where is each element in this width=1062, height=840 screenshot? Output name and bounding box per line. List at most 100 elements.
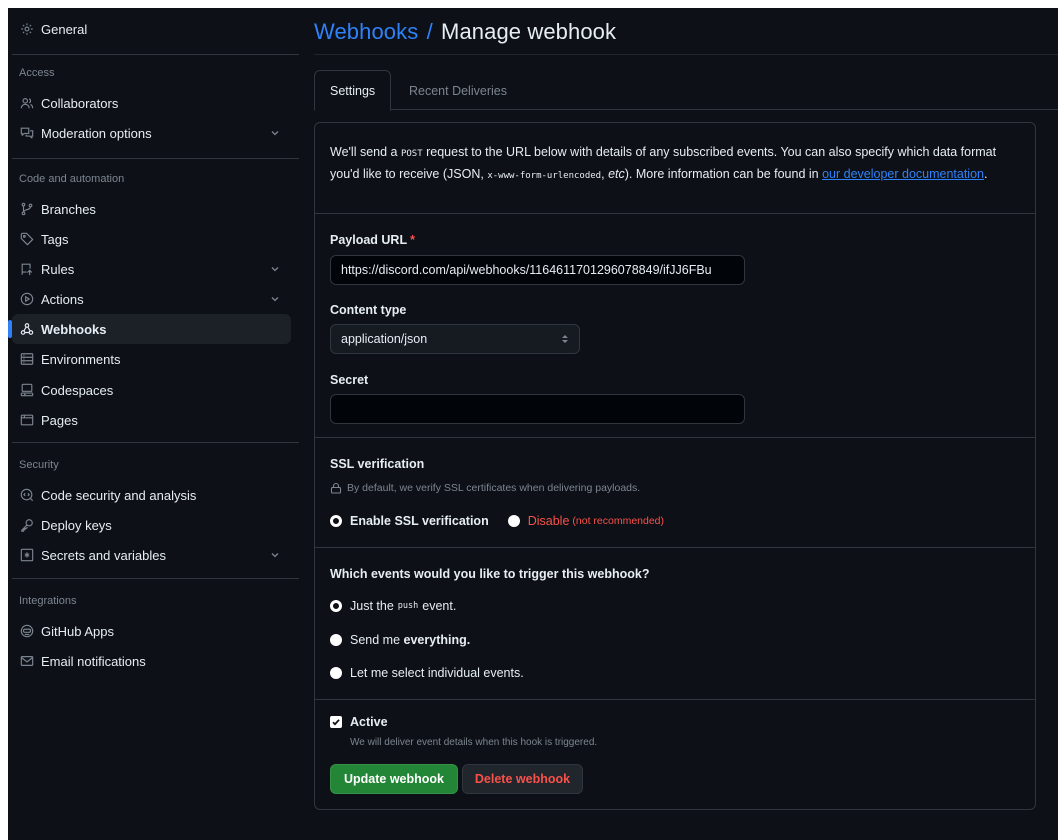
sidebar-divider (12, 578, 299, 579)
sidebar-item-deploy-keys[interactable]: Deploy keys (12, 510, 291, 540)
ssl-help-text: By default, we verify SSL certificates w… (330, 482, 640, 494)
section-divider (315, 547, 1035, 548)
push-event-radio[interactable] (330, 600, 342, 612)
sidebar-item-label: Moderation options (41, 125, 152, 141)
event-option-push[interactable]: Just the push event. (330, 599, 456, 613)
intro-etc: etc (608, 167, 625, 181)
server-icon (20, 352, 34, 366)
sidebar-item-label: Branches (41, 201, 96, 217)
section-divider (315, 699, 1035, 700)
repo-push-icon (20, 262, 34, 276)
check-icon (332, 719, 340, 726)
content-type-value: application/json (341, 332, 428, 346)
ssl-options: Enable SSL verification Disable (not rec… (330, 514, 664, 528)
sidebar-section-heading: Integrations (19, 595, 77, 607)
tab-settings[interactable]: Settings (314, 70, 392, 111)
enable-ssl-label[interactable]: Enable SSL verification (350, 514, 489, 528)
hubot-icon (20, 624, 34, 638)
delete-webhook-button[interactable]: Delete webhook (462, 764, 583, 794)
active-label[interactable]: Active (350, 715, 388, 729)
active-checkbox[interactable] (330, 716, 342, 728)
developer-docs-link[interactable]: our developer documentation (822, 167, 984, 181)
content-type-label: Content type (330, 303, 407, 317)
sidebar-item-rules[interactable]: Rules (12, 254, 291, 284)
sidebar-item-pages[interactable]: Pages (12, 405, 291, 435)
event-option-individual[interactable]: Let me select individual events. (330, 666, 524, 680)
active-help-text: We will deliver event details when this … (350, 737, 598, 748)
people-icon (20, 96, 34, 110)
sidebar-item-webhooks[interactable]: Webhooks (8, 314, 291, 344)
breadcrumb-separator: / (426, 19, 433, 44)
enable-ssl-radio[interactable] (330, 515, 342, 527)
everything-radio[interactable] (330, 634, 342, 646)
events-question: Which events would you like to trigger t… (330, 567, 650, 581)
push-event-suffix: event. (422, 599, 457, 613)
required-mark: * (410, 233, 415, 247)
sidebar-item-codespaces[interactable]: Codespaces (12, 375, 291, 405)
comment-discussion-icon (20, 126, 34, 140)
individual-events-label: Let me select individual events. (350, 666, 524, 680)
section-divider (315, 437, 1035, 438)
push-event-label: Just the (350, 599, 394, 613)
sidebar-section-heading: Code and automation (19, 173, 125, 185)
sidebar-item-secrets-and-variables[interactable]: Secrets and variables (12, 540, 291, 570)
chevron-down-icon (271, 267, 279, 272)
post-method-code: POST (400, 149, 423, 159)
intro-text-part: ). More information can be found in (624, 167, 823, 181)
sidebar-item-collaborators[interactable]: Collaborators (12, 88, 291, 118)
disable-ssl-radio[interactable] (507, 515, 520, 527)
main-content: Webhooks / Manage webhook Settings Recen… (314, 8, 1058, 840)
sidebar-item-code-security[interactable]: Code security and analysis (12, 480, 291, 510)
screen-edge-right (1058, 0, 1062, 840)
intro-text-part: We'll send a (330, 145, 401, 159)
sidebar-item-label: Codespaces (41, 382, 114, 398)
sidebar-item-branches[interactable]: Branches (12, 194, 291, 224)
key-asterisk-icon (20, 548, 34, 562)
sidebar-divider (12, 54, 299, 55)
tab-bar: Settings Recent Deliveries (314, 70, 1058, 111)
everything-label: Send me (350, 633, 401, 647)
ssl-verification-label: SSL verification (330, 457, 425, 471)
push-code: push (397, 601, 419, 611)
sidebar-item-github-apps[interactable]: GitHub Apps (12, 616, 291, 646)
sidebar-item-label: Secrets and variables (41, 547, 167, 563)
chevron-down-icon (271, 297, 279, 302)
payload-url-input[interactable]: https://discord.com/api/webhooks/1164611… (330, 255, 745, 285)
not-recommended-note: (not recommended) (572, 515, 665, 527)
page-title: Webhooks / Manage webhook (314, 19, 616, 45)
key-icon (20, 518, 34, 532)
active-option[interactable]: Active (330, 715, 388, 729)
intro-text-part: . (984, 167, 988, 181)
intro-text: We'll send a POST request to the URL bel… (330, 142, 1020, 186)
tab-recent-deliveries[interactable]: Recent Deliveries (394, 70, 522, 111)
sidebar-divider (12, 158, 299, 159)
sidebar-item-actions[interactable]: Actions (12, 284, 291, 314)
update-webhook-button[interactable]: Update webhook (330, 764, 458, 794)
sidebar-item-label: Webhooks (41, 321, 107, 337)
settings-sidebar: General Access Collaborators Moderation … (8, 8, 299, 840)
breadcrumb-webhooks-link[interactable]: Webhooks (314, 19, 418, 44)
disable-ssl-label[interactable]: Disable (528, 514, 570, 528)
event-option-everything[interactable]: Send me everything. (330, 633, 470, 647)
screen-edge-left (0, 0, 8, 840)
sidebar-item-moderation-options[interactable]: Moderation options (12, 118, 291, 148)
individual-events-radio[interactable] (330, 667, 342, 679)
sidebar-item-email-notifications[interactable]: Email notifications (12, 646, 291, 676)
sidebar-divider (12, 442, 299, 443)
sidebar-item-tags[interactable]: Tags (12, 224, 291, 254)
ssl-help-text-content: By default, we verify SSL certificates w… (347, 482, 641, 494)
browser-icon (20, 413, 34, 427)
webhook-form-panel: We'll send a POST request to the URL bel… (314, 122, 1036, 810)
lock-icon (330, 482, 342, 494)
screen-edge-top (0, 0, 1062, 8)
page-title-text: Manage webhook (441, 19, 617, 44)
sidebar-section-heading: Access (19, 67, 55, 79)
tag-icon (20, 232, 34, 246)
sidebar-item-general[interactable]: General (12, 14, 291, 44)
secret-input[interactable] (330, 394, 745, 424)
everything-bold: everything. (403, 633, 471, 647)
payload-url-label-text: Payload URL (330, 233, 408, 247)
content-type-select[interactable]: application/json (330, 324, 580, 354)
select-arrows-icon (562, 335, 568, 343)
sidebar-item-environments[interactable]: Environments (12, 344, 291, 374)
